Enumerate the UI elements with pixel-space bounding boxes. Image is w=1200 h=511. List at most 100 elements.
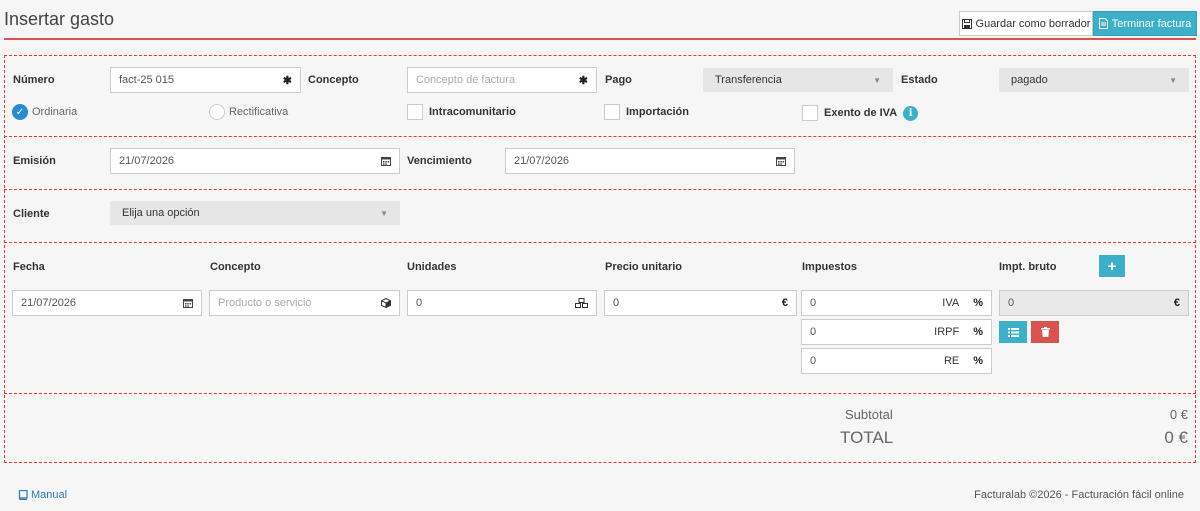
exento-iva-checkbox[interactable]: Exento de IVA i [802,105,919,121]
calendar-icon [776,156,786,166]
vencimiento-input[interactable]: 21/07/2026 [505,148,795,174]
rectificativa-label: Rectificativa [229,106,289,118]
header-divider [4,38,1196,40]
col-unidades: Unidades [407,261,457,273]
calendar-icon [381,156,391,166]
iva-value: 0 [810,297,817,309]
check-icon: ✓ [12,104,28,120]
pago-label: Pago [605,74,632,86]
trash-icon [1040,327,1050,337]
checkbox-box [604,104,620,120]
emision-value: 21/07/2026 [119,155,175,167]
page-title: Insertar gasto [4,9,115,29]
irpf-input[interactable]: 0 IRPF % [801,319,992,345]
line-fecha-input[interactable]: 21/07/2026 [12,290,202,316]
ordinaria-radio[interactable]: ✓ Ordinaria [12,104,77,120]
pago-value: Transferencia [715,74,782,86]
asterisk-icon: ✱ [578,74,588,87]
iva-label: IVA [942,297,960,309]
line-fecha-value: 21/07/2026 [21,297,77,309]
importacion-checkbox[interactable]: Importación [604,104,689,120]
line-details-button[interactable] [999,321,1027,343]
total-label: TOTAL [840,428,894,447]
total-value: 0 € [1164,428,1188,447]
numero-label: Número [13,74,55,86]
subtotal-value: 0 € [1169,407,1188,422]
vencimiento-label: Vencimiento [407,155,472,167]
re-label: RE [943,355,960,367]
percent-suffix: % [973,297,983,309]
re-input[interactable]: 0 RE % [801,348,992,374]
footer-copyright: Facturalab ©2026 - Facturación fácil onl… [974,489,1184,501]
col-precio-unitario: Precio unitario [605,261,683,273]
percent-suffix: % [973,326,983,338]
floppy-disk-icon [961,18,972,29]
add-line-button[interactable]: + [1099,255,1125,277]
radio-empty-icon [209,104,225,120]
manual-label: Manual [31,489,68,501]
line-precio-value: 0 [613,297,620,309]
save-draft-button[interactable]: Guardar como borrador [959,11,1093,36]
numero-value: fact-25 015 [119,74,175,86]
line-concepto-placeholder: Producto o servicio [218,297,312,309]
info-icon[interactable]: i [903,105,919,121]
page-header: Insertar gasto Guardar como borrador Ter… [0,0,1200,42]
col-impt-bruto: Impt. bruto [999,261,1057,273]
cliente-value: Elija una opción [122,207,200,219]
calendar-icon [183,298,193,308]
finish-invoice-button[interactable]: Terminar factura [1093,11,1197,36]
estado-select[interactable]: pagado ▼ [999,68,1189,92]
iva-input[interactable]: 0 IVA % [801,290,992,316]
finish-invoice-label: Terminar factura [1111,17,1192,30]
caret-down-icon: ▼ [1169,75,1177,85]
intracomunitario-label: Intracomunitario [429,106,516,118]
cube-icon [381,298,391,308]
estado-value: pagado [1011,74,1048,86]
ordinaria-label: Ordinaria [32,106,78,118]
line-precio-input[interactable]: 0 € [604,290,797,316]
plus-icon: + [1107,257,1117,275]
cliente-label: Cliente [13,208,50,220]
emision-label: Emisión [13,155,56,167]
line-unidades-value: 0 [416,297,423,309]
section-divider [4,189,1196,190]
exento-iva-label: Exento de IVA [824,107,898,119]
estado-label: Estado [901,74,938,86]
form-frame [4,55,1196,463]
re-value: 0 [810,355,817,367]
col-fecha: Fecha [13,261,45,273]
line-unidades-input[interactable]: 0 [407,290,597,316]
col-impuestos: Impuestos [802,261,858,273]
numero-input[interactable]: fact-25 015 ✱ [110,67,301,93]
col-concepto: Concepto [210,261,261,273]
book-icon [18,490,28,500]
line-concepto-input[interactable]: Producto o servicio [209,290,400,316]
subtotal-label: Subtotal [845,407,893,422]
concepto-input[interactable]: Concepto de factura ✱ [407,67,597,93]
document-icon [1098,18,1108,29]
emision-input[interactable]: 21/07/2026 [110,148,400,174]
caret-down-icon: ▼ [380,208,388,218]
irpf-label: IRPF [934,326,960,338]
intracomunitario-checkbox[interactable]: Intracomunitario [407,104,516,120]
cliente-select[interactable]: Elija una opción ▼ [110,201,400,225]
impt-bruto-value: 0 [1008,297,1015,309]
asterisk-icon: ✱ [282,74,292,87]
section-divider [4,242,1196,243]
section-divider [4,136,1196,137]
checkbox-box [407,104,423,120]
manual-link[interactable]: Manual [18,489,67,501]
cubes-icon [575,298,588,308]
impt-bruto-input: 0 € [999,290,1189,316]
irpf-value: 0 [810,326,817,338]
save-draft-label: Guardar como borrador [975,17,1091,30]
vencimiento-value: 21/07/2026 [514,155,570,167]
rectificativa-radio[interactable]: Rectificativa [209,104,288,120]
list-icon [1007,327,1019,337]
euro-suffix: € [781,297,788,309]
caret-down-icon: ▼ [873,75,881,85]
concepto-placeholder: Concepto de factura [416,74,516,86]
section-divider [4,393,1196,394]
pago-select[interactable]: Transferencia ▼ [703,68,893,92]
delete-line-button[interactable] [1031,321,1059,343]
